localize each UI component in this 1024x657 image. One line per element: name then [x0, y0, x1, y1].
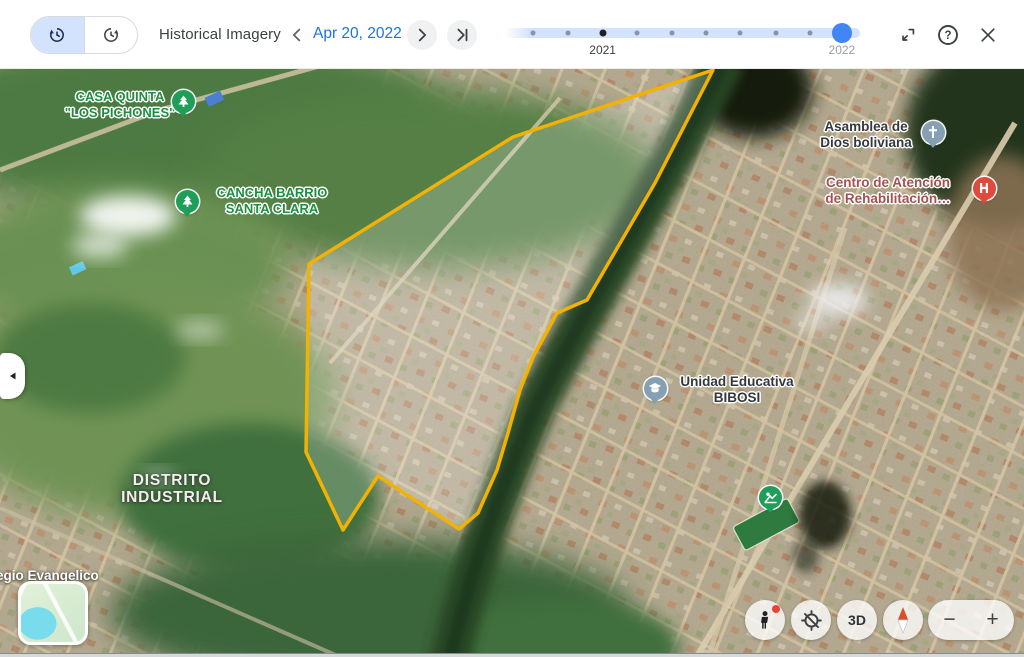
timeline-date-dot[interactable]	[530, 30, 536, 36]
timeline-selected-dot[interactable]	[831, 23, 852, 43]
history-icon	[49, 28, 65, 42]
tree-icon	[182, 195, 192, 207]
zoom-out-button[interactable]: −	[928, 600, 971, 640]
latest-date-button[interactable]	[447, 20, 477, 50]
street-view-availability-dot	[772, 605, 780, 613]
poi-label-casa-quinta[interactable]: CASA QUINTA "LOS PICHONES"	[65, 89, 176, 120]
tree-icon	[178, 95, 188, 107]
label-line: BIBOSI	[713, 389, 761, 405]
map-canvas[interactable]: CASA QUINTA "LOS PICHONES" CANCHA BARRIO…	[0, 68, 1024, 657]
chevron-left-icon	[292, 28, 301, 42]
compass-needle-icon	[897, 607, 909, 635]
collapse-button[interactable]	[893, 20, 923, 50]
3d-button[interactable]: 3D	[837, 600, 877, 640]
historical-imagery-toolbar: Historical Imagery Apr 20, 2022 2021 202…	[0, 0, 1024, 69]
label-line: Unidad Educativa	[680, 374, 794, 389]
history-mode-button[interactable]	[31, 17, 84, 53]
screen-bottom-edge	[0, 653, 1024, 657]
timeline-date-dot[interactable]	[599, 29, 607, 37]
poi-label-unidad[interactable]: Unidad Educativa BIBOSI	[680, 374, 793, 405]
svg-text:?: ?	[944, 30, 951, 42]
timeline-year-end: 2022	[828, 43, 856, 57]
playground-icon	[763, 492, 777, 503]
chevron-left-icon	[9, 372, 15, 380]
timeline-date-dot[interactable]	[737, 30, 743, 36]
timeline-date-dot[interactable]	[634, 30, 640, 36]
cross-icon	[929, 126, 937, 138]
school-pin-unidad[interactable]	[643, 376, 667, 400]
clock-arrow-icon	[103, 28, 119, 42]
hospital-h-icon	[980, 183, 988, 193]
previous-date-button[interactable]	[282, 20, 312, 50]
label-line: INDUSTRIAL	[121, 489, 223, 506]
label-line: "LOS PICHONES"	[64, 104, 176, 120]
my-location-button[interactable]	[791, 600, 831, 640]
label-line: Centro de Atención	[825, 175, 950, 190]
close-button[interactable]	[973, 20, 1003, 50]
timelapse-mode-button[interactable]	[83, 17, 138, 53]
imagery-timeline: 2021 2022	[505, 0, 860, 68]
park-pin-casa-quinta[interactable]	[171, 89, 195, 113]
label-line: Asamblea de	[824, 119, 908, 134]
graduation-cap-icon	[648, 383, 662, 393]
satellite-imagery-art	[0, 68, 1024, 657]
timeline-date-dot[interactable]	[807, 30, 813, 36]
timeline-date-dot[interactable]	[669, 30, 675, 36]
current-date[interactable]: Apr 20, 2022	[313, 0, 402, 68]
timeline-date-dot[interactable]	[703, 30, 709, 36]
timeline-track[interactable]	[505, 23, 860, 43]
park-pin-cancha[interactable]	[175, 189, 199, 213]
hospital-pin-centro[interactable]	[972, 176, 996, 200]
close-icon	[981, 28, 995, 42]
compass-button[interactable]	[883, 600, 923, 640]
skip-to-latest-icon	[457, 28, 468, 42]
label-line: CASA QUINTA	[75, 89, 165, 104]
label-line: CANCHA BARRIO	[216, 185, 328, 200]
location-off-icon	[800, 609, 822, 631]
panel-title: Historical Imagery	[159, 25, 281, 43]
3d-label: 3D	[848, 612, 866, 628]
poi-label-cancha[interactable]: CANCHA BARRIO SANTA CLARA	[217, 185, 328, 216]
zoom-in-button[interactable]: +	[971, 600, 1014, 640]
timeline-date-dot[interactable]	[565, 30, 571, 36]
poi-label-centro[interactable]: Centro de Atención de Rehabilitación…	[825, 175, 950, 206]
label-line: Dios boliviana	[820, 134, 912, 150]
imagery-mode-toggle	[30, 16, 138, 54]
sidebar-toggle-handle[interactable]	[0, 353, 25, 399]
zoom-control: − +	[928, 600, 1014, 640]
label-line: SANTA CLARA	[225, 200, 319, 216]
collapse-icon	[902, 28, 915, 41]
help-icon: ?	[938, 25, 958, 45]
pegman-button[interactable]	[745, 600, 785, 640]
chevron-right-icon	[418, 28, 427, 42]
church-pin-asamblea[interactable]	[921, 120, 945, 144]
minimap[interactable]	[18, 581, 88, 645]
district-label: DISTRITO INDUSTRIAL	[121, 472, 223, 506]
timeline-date-dot[interactable]	[773, 30, 778, 36]
google-earth-window: Historical Imagery Apr 20, 2022 2021 202…	[0, 0, 1024, 657]
label-line: DISTRITO	[132, 472, 212, 489]
park-pin-playground[interactable]	[758, 485, 782, 509]
next-date-button[interactable]	[407, 20, 437, 50]
help-button[interactable]: ?	[933, 20, 963, 50]
label-line: de Rehabilitación…	[825, 190, 951, 206]
timeline-year-start: 2021	[589, 43, 616, 57]
poi-label-asamblea[interactable]: Asamblea de Dios boliviana	[820, 119, 912, 150]
